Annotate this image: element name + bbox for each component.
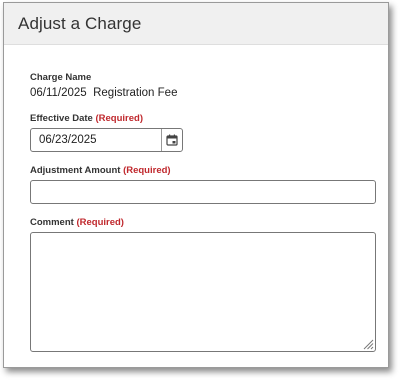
required-indicator: (Required) <box>76 217 124 228</box>
required-indicator: (Required) <box>95 113 143 124</box>
resize-handle-icon[interactable] <box>362 338 374 350</box>
effective-date-label: Effective Date (Required) <box>30 113 143 124</box>
comment-textarea[interactable] <box>30 232 376 352</box>
required-indicator: (Required) <box>123 165 171 176</box>
comment-label-text: Comment <box>30 217 74 228</box>
calendar-button[interactable] <box>161 129 182 151</box>
effective-date-label-text: Effective Date <box>30 113 93 124</box>
charge-name-label-text: Charge Name <box>30 72 92 83</box>
dialog-title: Adjust a Charge <box>18 14 142 33</box>
effective-date-value[interactable]: 06/23/2025 <box>39 134 97 146</box>
adjust-charge-dialog: Adjust a Charge Charge Name 06/11/2025 R… <box>3 2 389 368</box>
dialog-header: Adjust a Charge <box>4 3 388 45</box>
charge-name-label: Charge Name <box>30 72 91 83</box>
comment-label: Comment (Required) <box>30 217 124 228</box>
charge-name-value: 06/11/2025 Registration Fee <box>30 87 178 99</box>
adjustment-amount-label-text: Adjustment Amount <box>30 165 121 176</box>
adjustment-amount-label: Adjustment Amount (Required) <box>30 165 171 176</box>
adjustment-amount-input[interactable] <box>30 180 376 204</box>
calendar-icon <box>166 134 178 146</box>
effective-date-input[interactable]: 06/23/2025 <box>30 128 183 152</box>
